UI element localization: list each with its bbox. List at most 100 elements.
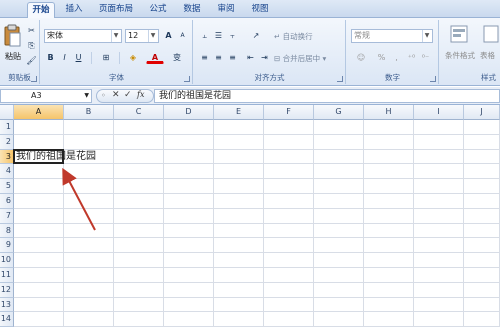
clipboard-launcher-icon[interactable]	[31, 76, 37, 82]
decrease-decimal-icon[interactable]: ⁰⁻	[419, 51, 432, 64]
row-header-7[interactable]: 7	[0, 208, 14, 224]
number-launcher-icon[interactable]	[430, 76, 436, 82]
tab-review[interactable]: 审阅	[211, 2, 241, 18]
comma-style-icon[interactable]: ,	[390, 51, 403, 64]
column-header-h[interactable]: H	[364, 105, 414, 120]
name-box[interactable]: A3 ▼	[0, 89, 92, 103]
gridline-horizontal	[14, 193, 500, 194]
font-size-value: 12	[128, 31, 139, 40]
italic-button[interactable]: I	[58, 51, 71, 64]
separator	[119, 52, 120, 64]
row-header-8[interactable]: 8	[0, 223, 14, 239]
formula-input[interactable]: 我们的祖国是花园	[154, 89, 500, 103]
column-header-f[interactable]: F	[264, 105, 314, 120]
format-painter-icon[interactable]: 🖌	[25, 54, 38, 67]
row-header-12[interactable]: 12	[0, 282, 14, 298]
font-color-button[interactable]: A	[146, 51, 164, 64]
column-header-b[interactable]: B	[64, 105, 114, 120]
row-header-2[interactable]: 2	[0, 134, 14, 150]
merge-center-button[interactable]: ⊟ 合并后居中 ▾	[274, 53, 326, 64]
confirm-icon[interactable]: ✓	[124, 90, 132, 100]
expand-icon[interactable]: ◦	[101, 91, 106, 100]
column-header-e[interactable]: E	[214, 105, 264, 120]
increase-decimal-icon[interactable]: ⁺⁰	[405, 51, 418, 64]
row-header-10[interactable]: 10	[0, 253, 14, 268]
formula-bar: A3 ▼ ◦ ✕ ✓ fx 我们的祖国是花园	[0, 87, 500, 105]
tab-view[interactable]: 视图	[245, 2, 275, 18]
worksheet-grid[interactable]: ABCDEFGHIJ 1 2 3 4 5 6 7 8 9 10 11 12 13 14 我们的祖国是花园	[0, 105, 500, 327]
fill-color-icon[interactable]: ◈	[123, 51, 143, 64]
wrap-text-icon: ↵	[274, 32, 283, 41]
align-top-icon[interactable]: ⫠	[198, 29, 211, 42]
font-group: 宋体 ▼ 12 ▼ A A B I U ⊞ ◈ A 变 字体	[41, 20, 193, 84]
currency-icon[interactable]: ☺	[351, 51, 371, 64]
font-size-select[interactable]: 12 ▼	[125, 29, 159, 43]
number-group: 常规 ▼ ☺ % , ⁺⁰ ⁰⁻ 数字	[347, 20, 439, 84]
gridline-horizontal	[14, 252, 500, 254]
merge-center-label: 合并后居中	[282, 54, 321, 63]
number-format-select[interactable]: 常规 ▼	[351, 29, 433, 43]
orientation-icon[interactable]: ↗	[246, 29, 266, 42]
row-header-11[interactable]: 11	[0, 268, 14, 283]
format-table-icon	[483, 25, 499, 43]
align-left-icon[interactable]: ≡	[198, 51, 211, 64]
cancel-icon[interactable]: ✕	[112, 90, 120, 100]
column-header-a[interactable]: A	[14, 105, 64, 120]
bold-button[interactable]: B	[44, 51, 57, 64]
row-header-9[interactable]: 9	[0, 238, 14, 254]
tab-data[interactable]: 数据	[177, 2, 207, 18]
paste-button[interactable]: 粘贴	[2, 24, 22, 64]
row-header-4[interactable]: 4	[0, 164, 14, 180]
grow-font-button[interactable]: A	[162, 29, 175, 42]
column-header-i[interactable]: I	[414, 105, 464, 120]
row-header-14[interactable]: 14	[0, 312, 14, 327]
alignment-group: ⫠ ☰ ⫟ ↗ ↵ 自动换行 ≡ ≡ ≡ ⇤ ⇥ ⊟ 合并后居中 ▾ 对齐方式	[194, 20, 346, 84]
chevron-down-icon: ▼	[422, 30, 431, 42]
column-header-j[interactable]: J	[464, 105, 500, 120]
conditional-format-button[interactable]: 条件格式	[442, 24, 476, 68]
tab-formulas[interactable]: 公式	[143, 2, 173, 18]
cell-a3[interactable]: 我们的祖国是花园	[16, 150, 96, 164]
align-bottom-icon[interactable]: ⫟	[226, 29, 239, 42]
phonetic-button[interactable]: 变	[168, 51, 186, 64]
clipboard-group: 粘贴 ✂ ⎘ 🖌 剪贴板	[0, 20, 40, 84]
alignment-launcher-icon[interactable]	[337, 76, 343, 82]
format-table-label: 表格	[480, 51, 495, 60]
column-header-c[interactable]: C	[114, 105, 164, 120]
gridline-horizontal	[14, 207, 500, 209]
row-header-5[interactable]: 5	[0, 179, 14, 194]
font-name-select[interactable]: 宋体 ▼	[44, 29, 122, 43]
row-header-13[interactable]: 13	[0, 297, 14, 313]
tab-page-layout[interactable]: 页面布局	[93, 2, 139, 18]
shrink-font-button[interactable]: A	[176, 29, 189, 42]
tab-home[interactable]: 开始	[27, 2, 55, 18]
underline-button[interactable]: U	[72, 51, 85, 64]
font-group-label: 字体	[109, 73, 124, 82]
chevron-down-icon: ▼	[111, 30, 120, 42]
align-middle-icon[interactable]: ☰	[212, 29, 225, 42]
decrease-indent-icon[interactable]: ⇤	[244, 51, 257, 64]
row-header-6[interactable]: 6	[0, 194, 14, 209]
merge-icon: ⊟	[274, 54, 283, 63]
annotation-arrow	[62, 167, 96, 231]
chevron-down-icon: ▼	[84, 92, 89, 99]
select-all-corner[interactable]	[0, 105, 14, 120]
borders-icon[interactable]: ⊞	[96, 51, 116, 64]
increase-indent-icon[interactable]: ⇥	[258, 51, 271, 64]
insert-function-button[interactable]: fx	[137, 90, 144, 99]
copy-icon[interactable]: ⎘	[25, 39, 38, 52]
font-launcher-icon[interactable]	[184, 76, 190, 82]
cut-icon[interactable]: ✂	[25, 24, 38, 37]
wrap-text-button[interactable]: ↵ 自动换行	[274, 31, 313, 42]
column-header-d[interactable]: D	[164, 105, 214, 120]
row-header-3[interactable]: 3	[0, 149, 14, 165]
tab-insert[interactable]: 插入	[59, 2, 89, 18]
formula-content: 我们的祖国是花园	[159, 91, 232, 101]
format-as-table-button[interactable]: 表格	[480, 24, 500, 68]
column-header-g[interactable]: G	[314, 105, 364, 120]
align-right-icon[interactable]: ≡	[226, 51, 239, 64]
percent-icon[interactable]: %	[375, 51, 388, 64]
conditional-format-icon	[450, 25, 468, 43]
align-center-icon[interactable]: ≡	[212, 51, 225, 64]
row-header-1[interactable]: 1	[0, 120, 14, 135]
